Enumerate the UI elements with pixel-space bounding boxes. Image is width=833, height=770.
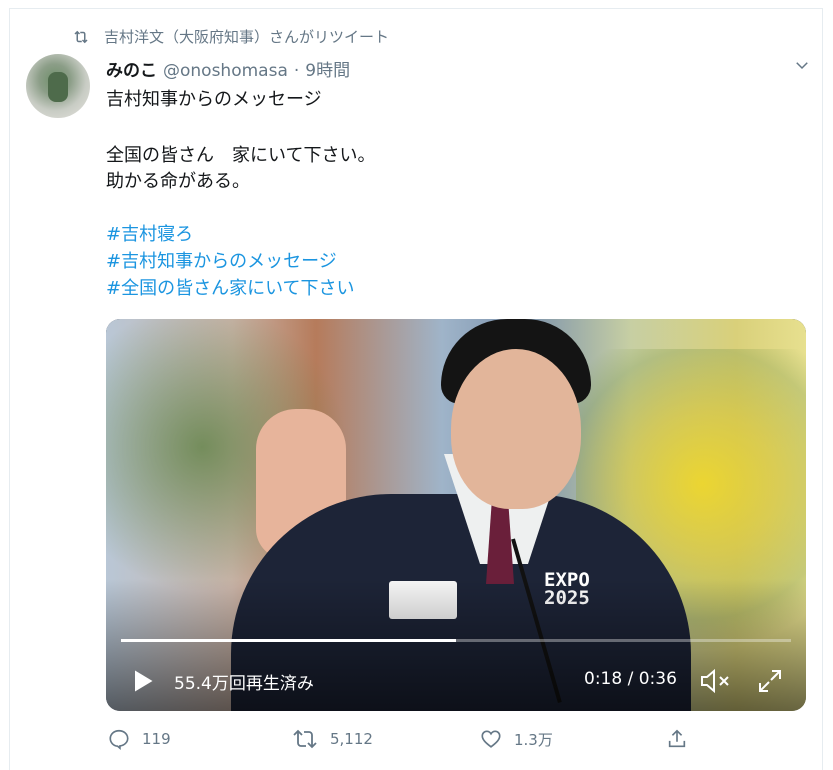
- video-timecode: 0:18 / 0:36: [584, 669, 677, 689]
- video-player[interactable]: EXPO 2025 55.4万回再生済み 0:18 / 0:36: [106, 319, 806, 711]
- tweet-text-line-2: 全国の皆さん 家にいて下さい。: [106, 145, 376, 166]
- play-icon[interactable]: [128, 667, 156, 695]
- mute-icon[interactable]: [699, 668, 733, 694]
- video-face: [451, 349, 581, 509]
- reply-count: 119: [142, 730, 171, 748]
- retweet-action-icon: [293, 729, 317, 749]
- tweet-text-line-1: 吉村知事からのメッセージ: [106, 89, 322, 110]
- heart-icon: [481, 730, 501, 748]
- like-count: 1.3万: [514, 730, 553, 749]
- retweet-button[interactable]: 5,112: [292, 728, 373, 750]
- tweet-header: みのこ @onoshomasa · 9時間: [106, 56, 350, 81]
- hashtag-2[interactable]: #吉村知事からのメッセージ: [106, 249, 337, 275]
- separator: ·: [293, 61, 300, 81]
- retweet-context: 吉村洋文（大阪府知事）さんがリツイート: [72, 26, 389, 47]
- fullscreen-icon[interactable]: [757, 668, 783, 694]
- reply-icon: [109, 729, 129, 750]
- hashtag-3[interactable]: #全国の皆さん家にいて下さい: [106, 276, 355, 302]
- retweet-icon: [72, 28, 90, 46]
- video-progress-fill: [121, 639, 456, 642]
- retweet-count: 5,112: [330, 730, 373, 748]
- share-button[interactable]: [666, 728, 700, 750]
- chevron-down-icon[interactable]: [793, 56, 811, 74]
- retweet-context-label: 吉村洋文（大阪府知事）さんがリツイート: [104, 28, 390, 46]
- view-count: 55.4万回再生済み: [174, 674, 314, 694]
- tweet-text-line-3: 助かる命がある。: [106, 171, 250, 192]
- display-name[interactable]: みのこ: [106, 56, 157, 81]
- video-progress-bar[interactable]: [121, 639, 791, 642]
- share-icon: [668, 729, 686, 748]
- hashtag-1[interactable]: #吉村寝ろ: [106, 222, 193, 248]
- tweet-time[interactable]: 9時間: [305, 56, 350, 81]
- avatar[interactable]: [26, 54, 90, 118]
- user-handle[interactable]: @onoshomasa: [163, 61, 288, 81]
- tweet-actions: 119 5,112 1.3万: [108, 728, 708, 754]
- like-button[interactable]: 1.3万: [480, 728, 553, 750]
- reply-button[interactable]: 119: [108, 728, 171, 750]
